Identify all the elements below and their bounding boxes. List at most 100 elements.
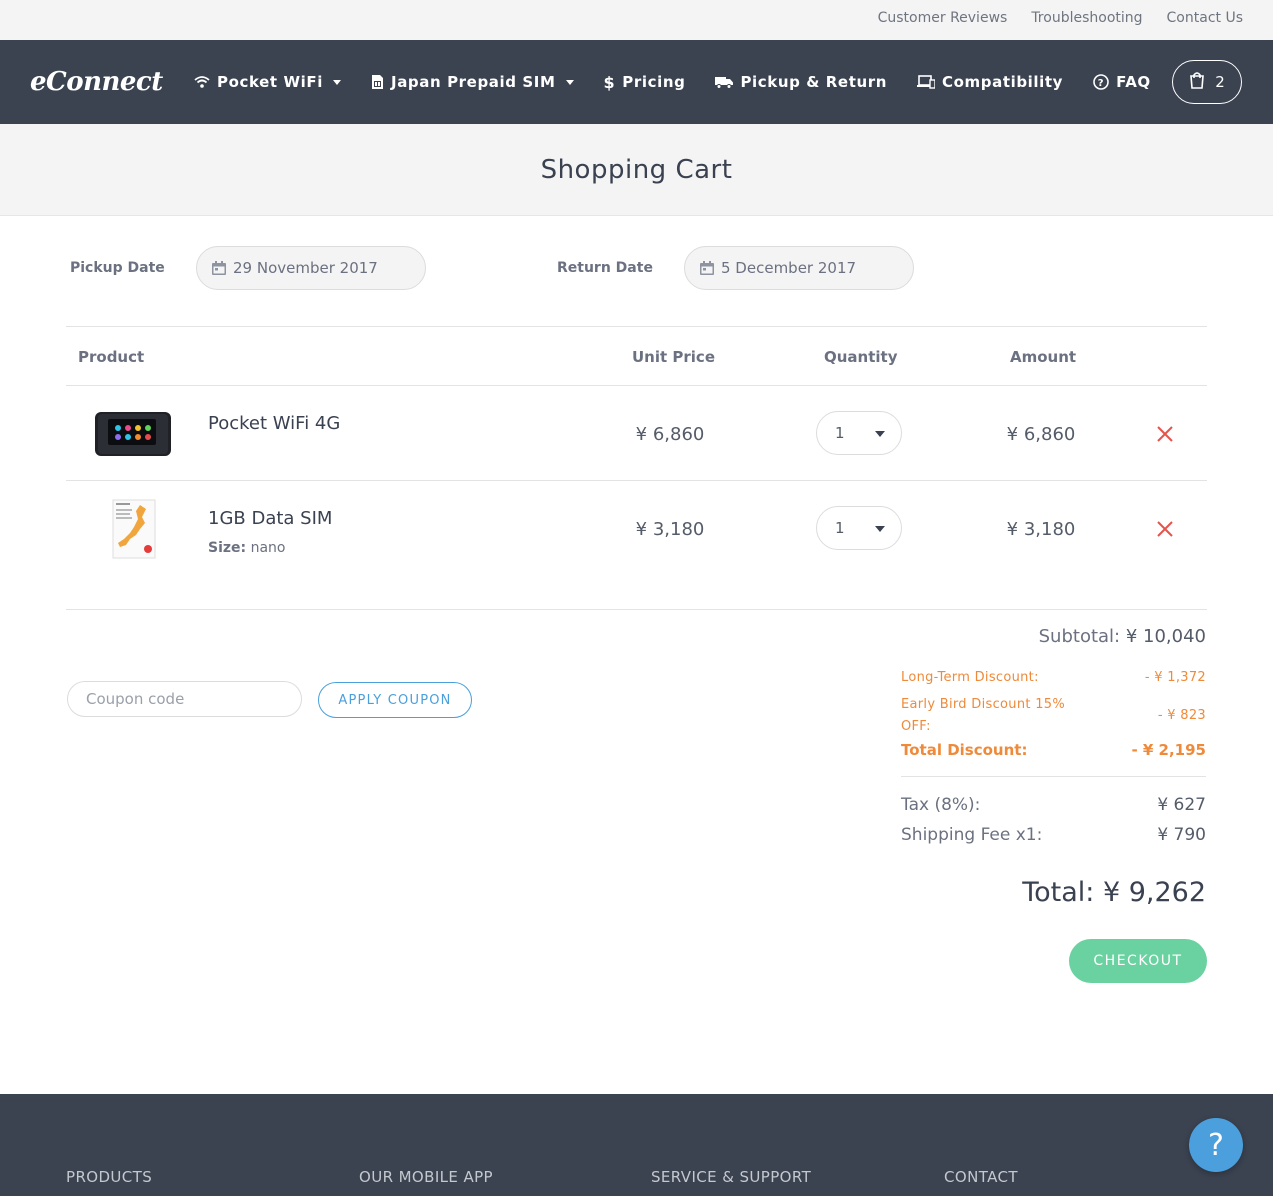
cart-button[interactable]: 2 xyxy=(1172,60,1242,104)
footer-heading-support: SERVICE & SUPPORT xyxy=(651,1168,812,1186)
nav-item-label: Japan Prepaid SIM xyxy=(391,73,556,91)
cart-table: Product Unit Price Quantity Amount Pocke… xyxy=(66,326,1207,610)
checkout-button[interactable]: CHECKOUT xyxy=(1069,939,1207,983)
early-bird-discount-label: Early Bird Discount 15% OFF: xyxy=(901,694,1065,738)
early-bird-label-line-2: OFF: xyxy=(901,719,931,734)
pickup-date-label: Pickup Date xyxy=(70,260,165,276)
remove-item-button[interactable] xyxy=(1155,424,1175,444)
chevron-down-icon xyxy=(565,79,574,85)
chevron-down-icon xyxy=(875,431,885,437)
tax-label: Tax (8%): xyxy=(901,795,981,815)
return-date-field[interactable]: 5 December 2017 xyxy=(684,246,914,290)
nav-item-compatibility[interactable]: Compatibility xyxy=(917,73,1063,91)
table-header: Product Unit Price Quantity Amount xyxy=(66,326,1207,386)
return-date-label: Return Date xyxy=(557,260,653,276)
nav-item-pocket-wifi[interactable]: Pocket WiFi xyxy=(194,73,342,91)
subtotal: Subtotal: ¥ 10,040 xyxy=(1039,626,1206,647)
truck-icon xyxy=(715,76,734,89)
troubleshooting-link[interactable]: Troubleshooting xyxy=(1031,10,1142,26)
nav-item-pricing[interactable]: $ Pricing xyxy=(604,73,686,92)
line-amount: ¥ 3,180 xyxy=(1006,519,1076,540)
column-header-product: Product xyxy=(78,348,145,366)
shopping-bag-icon xyxy=(1189,71,1205,93)
size-label: Size: xyxy=(208,540,247,556)
quantity-value: 1 xyxy=(835,424,845,442)
long-term-discount-label: Long-Term Discount: xyxy=(901,670,1039,685)
page-title-band: Shopping Cart xyxy=(0,124,1273,216)
total-value: ¥ 9,262 xyxy=(1102,877,1206,908)
product-size: Size: nano xyxy=(208,540,285,556)
summary-divider xyxy=(901,776,1206,777)
coupon-code-input[interactable] xyxy=(67,681,302,717)
column-header-quantity: Quantity xyxy=(824,348,898,366)
calendar-icon xyxy=(699,260,715,276)
tax-value: ¥ 627 xyxy=(1157,795,1206,815)
nav-menu: Pocket WiFi Japan Prepaid SIM $ Pricing … xyxy=(194,40,1181,124)
pocket-wifi-product-image xyxy=(94,411,172,461)
shipping-row: Shipping Fee x1: ¥ 790 xyxy=(901,825,1206,845)
nav-item-label: Compatibility xyxy=(942,73,1064,91)
nav-item-label: Pickup & Return xyxy=(740,73,888,91)
grand-total: Total: ¥ 9,262 xyxy=(1022,877,1206,908)
unit-price: ¥ 3,180 xyxy=(635,519,705,540)
table-row: Pocket WiFi 4G ¥ 6,860 1 ¥ 6,860 xyxy=(66,386,1207,481)
long-term-discount-row: Long-Term Discount: - ¥ 1,372 xyxy=(901,670,1206,685)
subtotal-value: ¥ 10,040 xyxy=(1125,626,1206,647)
quantity-select[interactable]: 1 xyxy=(816,411,902,455)
dollar-icon: $ xyxy=(603,72,616,92)
table-row: 1GB Data SIM Size: nano ¥ 3,180 1 ¥ 3,18… xyxy=(66,481,1207,610)
apply-coupon-button[interactable]: APPLY COUPON xyxy=(318,682,472,718)
svg-text:?: ? xyxy=(1098,78,1104,89)
sim-card-icon xyxy=(371,74,384,90)
utility-bar: Customer Reviews Troubleshooting Contact… xyxy=(0,0,1273,40)
devices-icon xyxy=(917,75,936,89)
question-circle-icon: ? xyxy=(1093,74,1109,90)
close-icon xyxy=(1157,521,1173,537)
nav-item-pickup-return[interactable]: Pickup & Return xyxy=(715,73,887,91)
remove-item-button[interactable] xyxy=(1155,519,1175,539)
pickup-date-field[interactable]: 29 November 2017 xyxy=(196,246,426,290)
nav-item-label: Pricing xyxy=(622,73,686,91)
footer: PRODUCTS OUR MOBILE APP SERVICE & SUPPOR… xyxy=(0,1094,1273,1196)
page-title: Shopping Cart xyxy=(540,154,733,185)
customer-reviews-link[interactable]: Customer Reviews xyxy=(878,10,1008,26)
early-bird-label-line-1: Early Bird Discount 15% xyxy=(901,697,1065,712)
quantity-select[interactable]: 1 xyxy=(816,506,902,550)
footer-heading-contact: CONTACT xyxy=(944,1168,1018,1186)
close-icon xyxy=(1157,426,1173,442)
data-sim-product-image xyxy=(112,499,156,563)
footer-heading-mobile-app: OUR MOBILE APP xyxy=(359,1168,493,1186)
early-bird-discount-value: - ¥ 823 xyxy=(1157,708,1206,723)
product-name[interactable]: Pocket WiFi 4G xyxy=(208,413,340,434)
calendar-icon xyxy=(211,260,227,276)
rental-dates: Pickup Date 29 November 2017 Return Date… xyxy=(0,246,1273,290)
shipping-label: Shipping Fee x1: xyxy=(901,825,1043,845)
column-header-amount: Amount xyxy=(1010,348,1077,366)
footer-heading-products: PRODUCTS xyxy=(66,1168,153,1186)
nav-item-label: Pocket WiFi xyxy=(217,73,324,91)
quantity-value: 1 xyxy=(835,519,845,537)
utility-links: Customer Reviews Troubleshooting Contact… xyxy=(878,10,1243,26)
total-label: Total: xyxy=(1022,877,1095,908)
contact-us-link[interactable]: Contact Us xyxy=(1167,10,1243,26)
size-value: nano xyxy=(250,540,286,556)
wifi-icon xyxy=(194,75,210,89)
nav-item-label: FAQ xyxy=(1116,73,1151,91)
early-bird-discount-row: Early Bird Discount 15% OFF: - ¥ 823 xyxy=(901,694,1206,738)
nav-item-japan-prepaid-sim[interactable]: Japan Prepaid SIM xyxy=(371,73,574,91)
help-button[interactable]: ? xyxy=(1189,1118,1243,1172)
cart-count: 2 xyxy=(1215,73,1225,91)
main-navbar: eConnect Pocket WiFi Japan Prepaid SIM $… xyxy=(0,40,1273,124)
product-name[interactable]: 1GB Data SIM xyxy=(208,508,332,529)
line-amount: ¥ 6,860 xyxy=(1006,424,1076,445)
total-discount-value: - ¥ 2,195 xyxy=(1131,741,1206,759)
shipping-value: ¥ 790 xyxy=(1157,825,1206,845)
logo[interactable]: eConnect xyxy=(30,67,163,97)
return-date-value: 5 December 2017 xyxy=(721,259,857,277)
unit-price: ¥ 6,860 xyxy=(635,424,705,445)
pickup-date-value: 29 November 2017 xyxy=(233,259,378,277)
total-discount-row: Total Discount: - ¥ 2,195 xyxy=(901,741,1206,759)
total-discount-label: Total Discount: xyxy=(901,741,1028,759)
tax-row: Tax (8%): ¥ 627 xyxy=(901,795,1206,815)
nav-item-faq[interactable]: ? FAQ xyxy=(1093,73,1151,91)
